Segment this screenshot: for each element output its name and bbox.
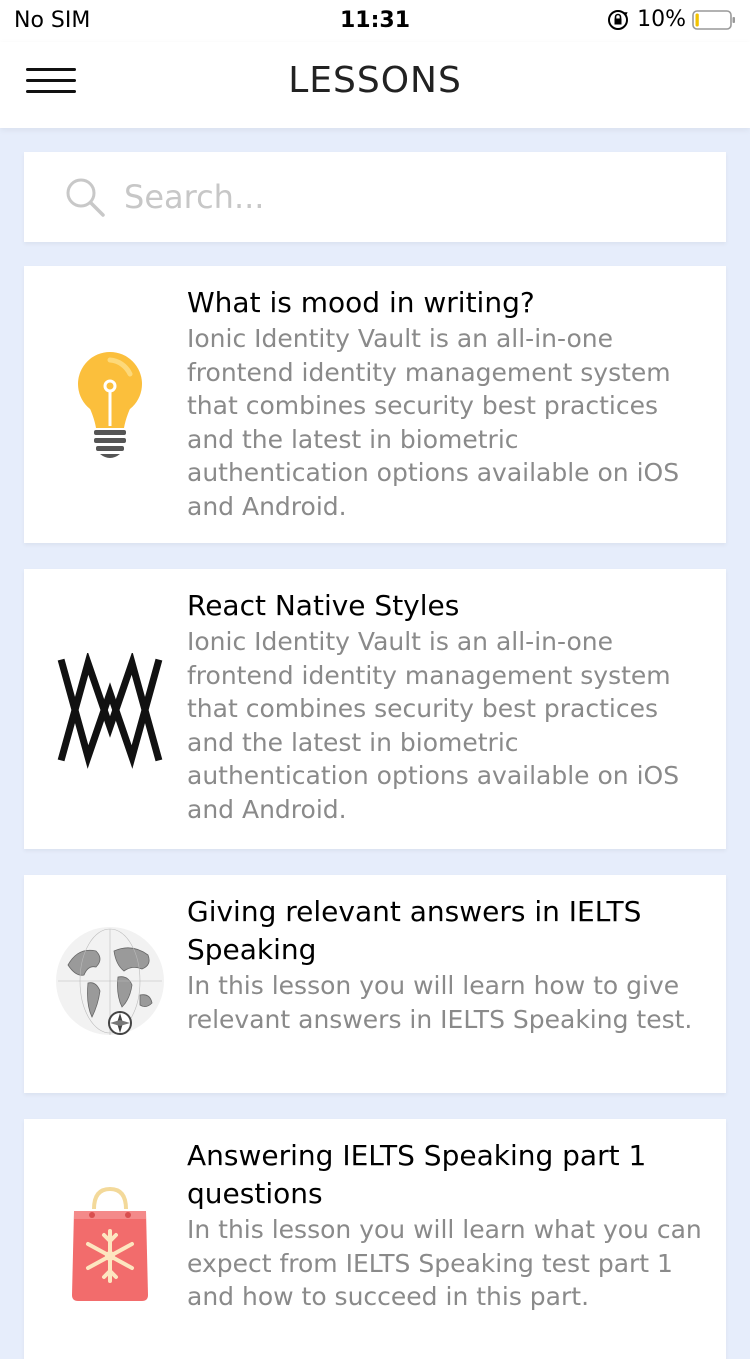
battery-icon bbox=[692, 9, 735, 30]
page-title: LESSONS bbox=[288, 60, 462, 101]
snowflake-gift-bag-icon bbox=[72, 1186, 148, 1301]
status-bar: No SIM 11:31 10% bbox=[0, 0, 750, 42]
search-icon bbox=[66, 178, 105, 217]
battery-percent: 10% bbox=[637, 7, 686, 32]
lesson-title: What is mood in writing? bbox=[187, 286, 535, 319]
lesson-description: Ionic Identity Vault is an all-in-one fr… bbox=[187, 324, 680, 521]
search-input[interactable] bbox=[124, 172, 704, 222]
world-map-globe-icon bbox=[56, 927, 164, 1035]
lesson-card[interactable]: What is mood in writing? Ionic Identity … bbox=[24, 266, 726, 543]
orientation-lock-icon bbox=[608, 9, 629, 30]
app-header: LESSONS bbox=[0, 42, 750, 128]
search-bar[interactable] bbox=[24, 152, 726, 242]
lesson-title: Giving relevant answers in IELTS Speakin… bbox=[187, 895, 642, 966]
status-right: 10% bbox=[607, 7, 736, 32]
lesson-text: Answering IELTS Speaking part 1 question… bbox=[187, 1137, 707, 1314]
lesson-description: In this lesson you will learn what you c… bbox=[187, 1215, 702, 1311]
lesson-description: In this lesson you will learn how to giv… bbox=[187, 971, 693, 1034]
lesson-title: React Native Styles bbox=[187, 589, 460, 622]
lesson-card[interactable]: Giving relevant answers in IELTS Speakin… bbox=[24, 875, 726, 1093]
lesson-text: What is mood in writing? Ionic Identity … bbox=[187, 284, 707, 523]
lightbulb-icon bbox=[78, 352, 142, 458]
lesson-title: Answering IELTS Speaking part 1 question… bbox=[187, 1139, 647, 1210]
lesson-text: Giving relevant answers in IELTS Speakin… bbox=[187, 893, 707, 1036]
lesson-description: Ionic Identity Vault is an all-in-one fr… bbox=[187, 627, 680, 824]
lesson-card[interactable]: React Native Styles Ionic Identity Vault… bbox=[24, 569, 726, 849]
lesson-text: React Native Styles Ionic Identity Vault… bbox=[187, 587, 707, 826]
lesson-card[interactable]: Answering IELTS Speaking part 1 question… bbox=[24, 1119, 726, 1359]
aw-logo-icon bbox=[57, 653, 163, 769]
